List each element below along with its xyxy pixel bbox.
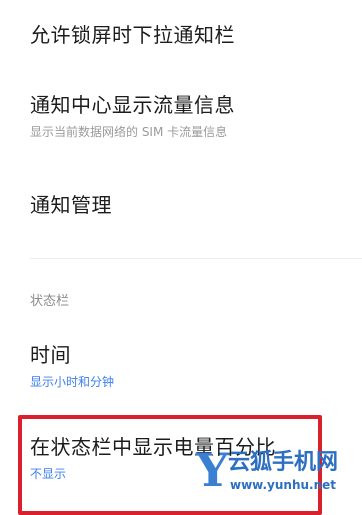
setting-title: 通知管理 [30,193,112,217]
setting-title: 允许锁屏时下拉通知栏 [30,23,235,47]
watermark-logo: Y 云狐手机网 www.yunhu.net [196,444,362,500]
setting-title: 时间 [30,343,71,367]
setting-lockscreen-pulldown[interactable]: 允许锁屏时下拉通知栏 [30,22,342,48]
section-header-status-bar: 状态栏 [30,294,70,309]
watermark-name: 云狐手机网 [228,450,339,475]
setting-value: 显示小时和分钟 [30,375,115,389]
setting-title: 通知中心显示流量信息 [30,93,235,117]
setting-subtitle: 显示当前数据网络的 SIM 卡流量信息 [30,125,228,139]
setting-notification-management[interactable]: 通知管理 [30,192,342,218]
watermark-url: www.yunhu.net [230,478,337,492]
watermark-letter: Y [196,443,229,497]
section-divider [30,258,362,259]
setting-notification-traffic-info[interactable]: 通知中心显示流量信息 显示当前数据网络的 SIM 卡流量信息 [30,92,342,140]
setting-time[interactable]: 时间 显示小时和分钟 [30,342,342,390]
